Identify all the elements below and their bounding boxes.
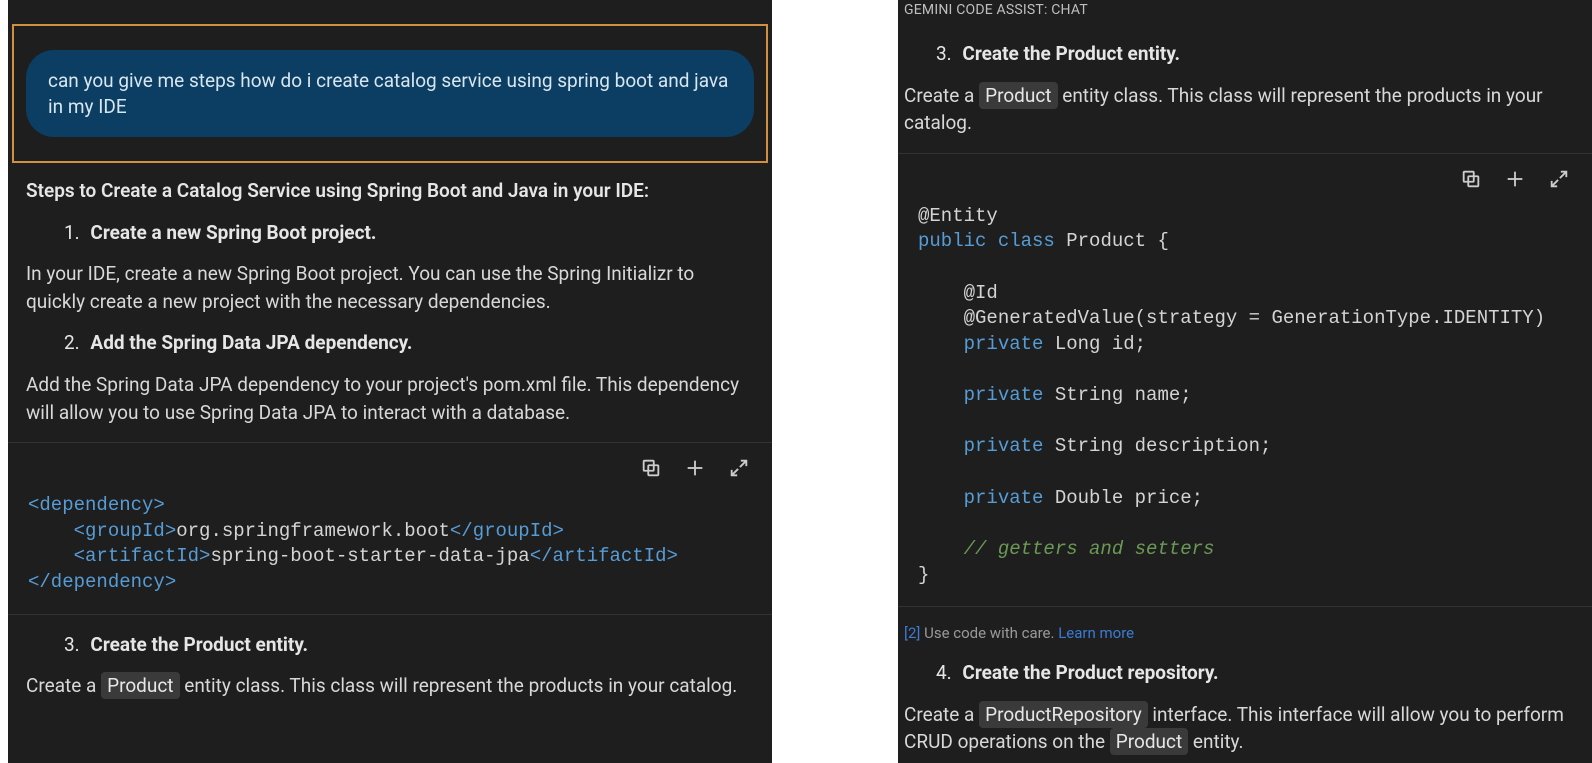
step-number: 1. (64, 221, 80, 244)
step-2-body: Add the Spring Data JPA dependency to yo… (26, 371, 754, 426)
steps-list: 4. Create the Product repository. (904, 659, 1586, 687)
step-title: Create the Product entity. (90, 633, 308, 656)
step-3: 3. Create the Product entity. (936, 40, 1586, 68)
copy-icon[interactable] (1458, 166, 1484, 192)
step-number: 3. (64, 633, 80, 656)
steps-list: 3. Create the Product entity. (26, 631, 754, 659)
highlighted-user-message: can you give me steps how do i create ca… (12, 24, 768, 163)
inline-code-productrepository: ProductRepository (979, 701, 1148, 728)
step-1-body: In your IDE, create a new Spring Boot pr… (26, 260, 754, 315)
step-title: Create a new Spring Boot project. (90, 221, 376, 244)
step-4: 4. Create the Product repository. (936, 659, 1586, 687)
user-message-text: can you give me steps how do i create ca… (48, 69, 728, 118)
expand-icon[interactable] (726, 455, 752, 481)
step-2: 2. Add the Spring Data JPA dependency. (64, 329, 754, 357)
step-3-body: Create a Product entity class. This clas… (904, 82, 1586, 137)
step-number: 3. (936, 42, 952, 65)
step-title: Create the Product entity. (962, 42, 1180, 65)
caution-ref: [2] (904, 624, 920, 642)
code-block-java: @Entity public class Product { @Id @Gene… (898, 153, 1592, 608)
step-title: Create the Product repository. (962, 661, 1218, 684)
assistant-response-right: 3. Create the Product entity. Create a P… (898, 22, 1592, 763)
step-number: 2. (64, 331, 80, 354)
code-toolbar (898, 154, 1592, 200)
inline-code-product: Product (979, 82, 1057, 109)
step-title: Add the Spring Data JPA dependency. (90, 331, 412, 354)
chat-panel-left: can you give me steps how do i create ca… (8, 0, 772, 763)
learn-more-link[interactable]: Learn more (1058, 624, 1134, 642)
expand-icon[interactable] (1546, 166, 1572, 192)
panel-title: GEMINI CODE ASSIST: CHAT (898, 0, 1592, 22)
add-icon[interactable] (682, 455, 708, 481)
code-block-xml: <dependency> <groupId>org.springframewor… (8, 442, 772, 615)
code-content-java[interactable]: @Entity public class Product { @Id @Gene… (898, 200, 1592, 607)
steps-list: 1. Create a new Spring Boot project. (26, 219, 754, 247)
step-3: 3. Create the Product entity. (64, 631, 754, 659)
step-number: 4. (936, 661, 952, 684)
chat-panel-right: GEMINI CODE ASSIST: CHAT 3. Create the P… (898, 0, 1592, 763)
code-caution: [2] Use code with care. Learn more (904, 623, 1586, 645)
step-1: 1. Create a new Spring Boot project. (64, 219, 754, 247)
code-toolbar (8, 443, 772, 489)
copy-icon[interactable] (638, 455, 664, 481)
step-3-body: Create a Product entity class. This clas… (26, 672, 754, 700)
inline-code-product: Product (101, 672, 179, 699)
add-icon[interactable] (1502, 166, 1528, 192)
steps-list: 2. Add the Spring Data JPA dependency. (26, 329, 754, 357)
assistant-response-left: Steps to Create a Catalog Service using … (8, 177, 772, 731)
inline-code-product: Product (1110, 728, 1188, 755)
step-4-body: Create a ProductRepository interface. Th… (904, 701, 1586, 756)
steps-list: 3. Create the Product entity. (904, 40, 1586, 68)
code-content-xml[interactable]: <dependency> <groupId>org.springframewor… (8, 489, 772, 614)
user-message-bubble: can you give me steps how do i create ca… (26, 50, 754, 137)
response-heading: Steps to Create a Catalog Service using … (26, 177, 754, 205)
